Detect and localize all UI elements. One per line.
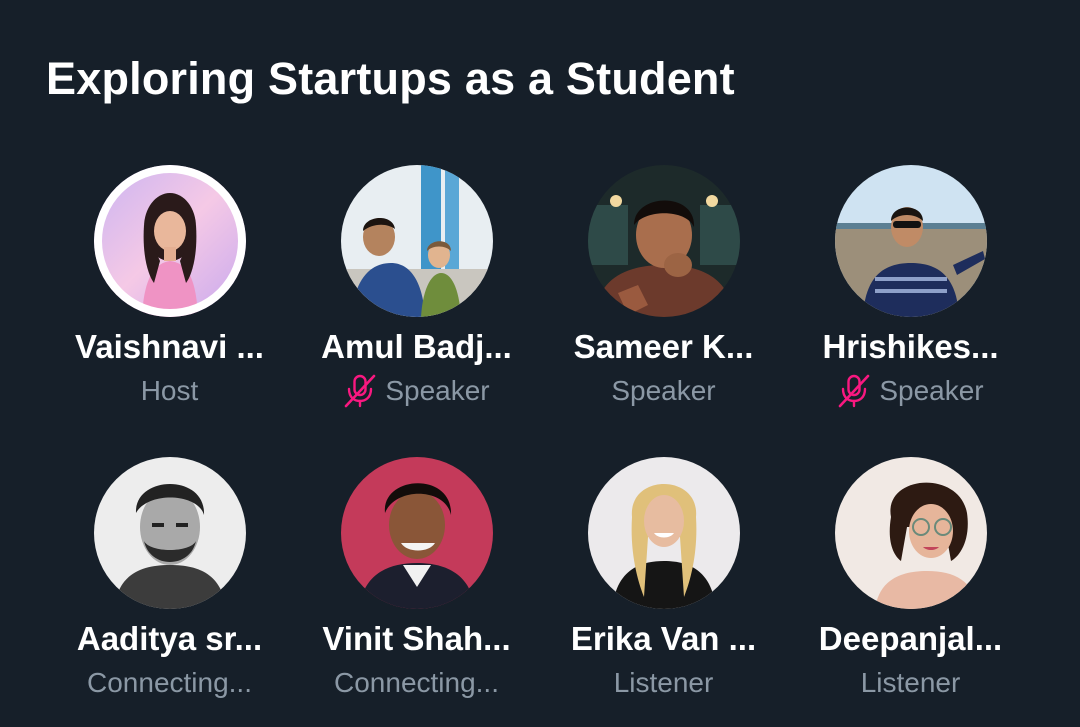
participant-name: Amul Badj...: [321, 328, 512, 365]
participant-card-vaishnavi[interactable]: Vaishnavi ... Host: [46, 165, 293, 457]
role-line: Listener: [861, 663, 961, 703]
role-line: Listener: [614, 663, 714, 703]
avatar-photo-deepanjal: [834, 457, 987, 609]
avatar[interactable]: [834, 165, 987, 317]
role-line: Host: [141, 371, 199, 411]
participant-name: Erika Van ...: [570, 620, 757, 657]
avatar[interactable]: [587, 165, 740, 317]
role-line: Connecting...: [334, 663, 499, 703]
participant-role: Connecting...: [87, 667, 252, 698]
participant-role: Speaker: [385, 375, 490, 406]
participant-name: Hrishikes...: [822, 328, 999, 365]
avatar[interactable]: [93, 457, 246, 609]
participant-name: Deepanjal...: [818, 620, 1003, 657]
participants-grid: Vaishnavi ... Host Amul Badj... Speaker …: [46, 165, 1034, 727]
participant-card-vinit[interactable]: Vinit Shah... Connecting...: [293, 457, 540, 727]
participant-role: Speaker: [611, 375, 716, 406]
participant-role: Host: [140, 375, 199, 406]
participant-card-hrishikes[interactable]: Hrishikes... Speaker: [787, 165, 1034, 457]
avatar[interactable]: [834, 457, 987, 609]
avatar-photo-vinit: [340, 457, 493, 609]
participant-role: Listener: [860, 667, 961, 698]
avatar[interactable]: [587, 457, 740, 609]
participant-card-amul[interactable]: Amul Badj... Speaker: [293, 165, 540, 457]
participant-name: Sameer K...: [573, 328, 754, 365]
participant-name: Aaditya sr...: [76, 620, 263, 657]
space-title: Exploring Startups as a Student: [46, 53, 735, 104]
avatar[interactable]: [340, 165, 493, 317]
role-line: Speaker: [343, 371, 490, 411]
role-line: Connecting...: [87, 663, 252, 703]
participant-card-sameer[interactable]: Sameer K... Speaker: [540, 165, 787, 457]
avatar-photo-erika: [587, 457, 740, 609]
participant-name: Vinit Shah...: [322, 620, 511, 657]
avatar-photo-vaishnavi: [93, 165, 246, 317]
participant-card-deepanjal[interactable]: Deepanjal... Listener: [787, 457, 1034, 727]
role-line: Speaker: [611, 371, 715, 411]
participant-role: Connecting...: [334, 667, 499, 698]
avatar[interactable]: [93, 165, 246, 317]
participant-role: Listener: [613, 667, 714, 698]
microphone-off-icon: [839, 374, 870, 408]
microphone-off-icon: [345, 374, 376, 408]
avatar-photo-hrishikes: [834, 165, 987, 317]
role-line: Speaker: [837, 371, 984, 411]
avatar-photo-sameer: [587, 165, 740, 317]
avatar-photo-aaditya: [93, 457, 246, 609]
avatar[interactable]: [340, 457, 493, 609]
participant-card-erika[interactable]: Erika Van ... Listener: [540, 457, 787, 727]
participant-name: Vaishnavi ...: [75, 328, 264, 365]
participant-card-aaditya[interactable]: Aaditya sr... Connecting...: [46, 457, 293, 727]
participant-role: Speaker: [879, 375, 984, 406]
avatar-photo-amul: [340, 165, 493, 317]
